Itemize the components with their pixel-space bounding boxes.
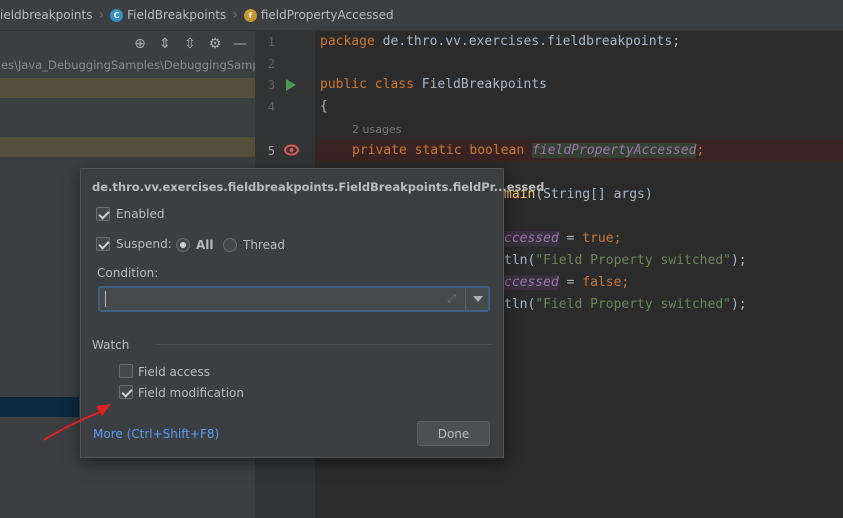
code-line-4: {	[320, 99, 328, 114]
code-text: de.thro.vv.exercises.fieldbreakpoints;	[374, 34, 681, 49]
breadcrumb-separator: ›	[98, 7, 105, 23]
field-name: ccessed	[504, 275, 559, 290]
suspend-checkbox[interactable]	[96, 237, 110, 251]
line-number: 3	[267, 78, 275, 92]
field-access-label[interactable]: Field access	[138, 365, 210, 379]
code-text: (String[] args)	[535, 187, 653, 202]
dropdown-arrow-icon[interactable]	[473, 296, 483, 302]
field-modification-checkbox[interactable]	[119, 385, 133, 399]
code-line-11: ccessed = false;	[504, 275, 629, 290]
crosshair-icon[interactable]: ⊕	[131, 35, 149, 53]
keyword: true	[582, 231, 614, 246]
suspend-thread-radio[interactable]	[223, 238, 237, 252]
highlighted-tree-row[interactable]	[0, 137, 255, 157]
code-text: =	[558, 231, 583, 246]
collapse-all-icon[interactable]: ⇳	[181, 35, 199, 53]
code-text: );	[730, 297, 747, 312]
run-gutter-icon[interactable]	[286, 79, 296, 91]
suspend-thread-label[interactable]: Thread	[243, 238, 285, 252]
code-text: ;	[621, 275, 630, 290]
code-text: tln(	[504, 297, 536, 312]
breadcrumb-separator: ›	[232, 7, 238, 23]
condition-field[interactable]: ⤢	[98, 286, 490, 312]
selected-tree-row[interactable]	[0, 397, 79, 417]
breadcrumb-package[interactable]: ieldbreakpoints	[0, 8, 93, 22]
breadcrumb: ieldbreakpoints › C FieldBreakpoints › ff…	[0, 0, 843, 31]
string-literal: "Field Property switched"	[535, 253, 731, 268]
code-text: ;	[696, 143, 705, 158]
suspend-all-radio[interactable]	[176, 238, 190, 252]
more-link[interactable]: More (Ctrl+Shift+F8)	[93, 427, 219, 441]
condition-label: Condition:	[97, 266, 159, 280]
expand-editor-icon[interactable]: ⤢	[447, 292, 456, 306]
breadcrumb-field-label: fieldPropertyAccessed	[260, 8, 394, 22]
minimize-icon[interactable]: —	[231, 35, 249, 53]
code-text: =	[558, 275, 583, 290]
code-line-5: private static boolean fieldPropertyAcce…	[352, 143, 704, 158]
code-line-10: tln("Field Property switched");	[504, 253, 747, 268]
condition-input[interactable]	[104, 290, 444, 308]
field-name: fieldPropertyAccessed	[532, 143, 697, 158]
enabled-checkbox[interactable]	[96, 207, 110, 221]
suspend-all-label[interactable]: All	[196, 238, 214, 252]
string-literal: "Field Property switched"	[535, 297, 731, 312]
text-caret	[105, 291, 106, 307]
expand-all-icon[interactable]: ⇕	[156, 35, 174, 53]
keyword: private static boolean	[352, 143, 525, 158]
breadcrumb-class-label: FieldBreakpoints	[127, 8, 227, 22]
code-text: tln(	[504, 253, 536, 268]
field-name: ccessed	[504, 231, 559, 246]
gear-icon[interactable]: ⚙	[206, 35, 224, 53]
code-line-3: public class FieldBreakpoints	[320, 77, 547, 92]
breadcrumb-class[interactable]: C FieldBreakpoints	[110, 8, 226, 22]
breadcrumb-package-label: ieldbreakpoints	[0, 8, 93, 22]
code-text: );	[730, 253, 747, 268]
class-icon: C	[110, 8, 124, 22]
watch-separator	[156, 344, 492, 345]
field-breakpoint-icon[interactable]	[284, 144, 299, 156]
code-line-12: tln("Field Property switched");	[504, 297, 747, 312]
keyword: public class	[320, 77, 414, 92]
tool-window-toolbar: ⊕ ⇕ ⇳ ⚙ —	[0, 31, 255, 57]
usages-hint[interactable]: 2 usages	[352, 123, 401, 136]
popup-title: de.thro.vv.exercises.fieldbreakpoints.Fi…	[92, 180, 545, 194]
code-text: FieldBreakpoints	[413, 77, 547, 92]
line-number: 5	[267, 144, 275, 158]
field-access-checkbox[interactable]	[119, 364, 133, 378]
field-icon: f	[243, 8, 257, 22]
highlighted-tree-row[interactable]	[0, 78, 255, 98]
watch-label: Watch	[92, 338, 130, 352]
dropdown-separator	[465, 288, 466, 310]
keyword: package	[320, 34, 375, 49]
suspend-label[interactable]: Suspend:	[116, 237, 172, 251]
breakpoint-properties-popup: de.thro.vv.exercises.fieldbreakpoints.Fi…	[80, 168, 544, 458]
line-number: 1	[267, 35, 275, 49]
code-text: ;	[613, 231, 622, 246]
code-line-1: package de.thro.vv.exercises.fieldbreakp…	[320, 34, 680, 49]
keyword: false	[582, 275, 622, 290]
field-modification-label[interactable]: Field modification	[138, 386, 244, 400]
enabled-label[interactable]: Enabled	[116, 207, 165, 221]
done-button[interactable]: Done	[417, 421, 490, 446]
code-line-9: ccessed = true;	[504, 231, 621, 246]
line-number: 4	[267, 100, 275, 114]
line-number: 2	[267, 57, 275, 71]
project-path: es\Java_DebuggingSamples\DebuggingSample…	[1, 58, 255, 72]
breadcrumb-field[interactable]: f fieldPropertyAccessed	[243, 8, 394, 22]
